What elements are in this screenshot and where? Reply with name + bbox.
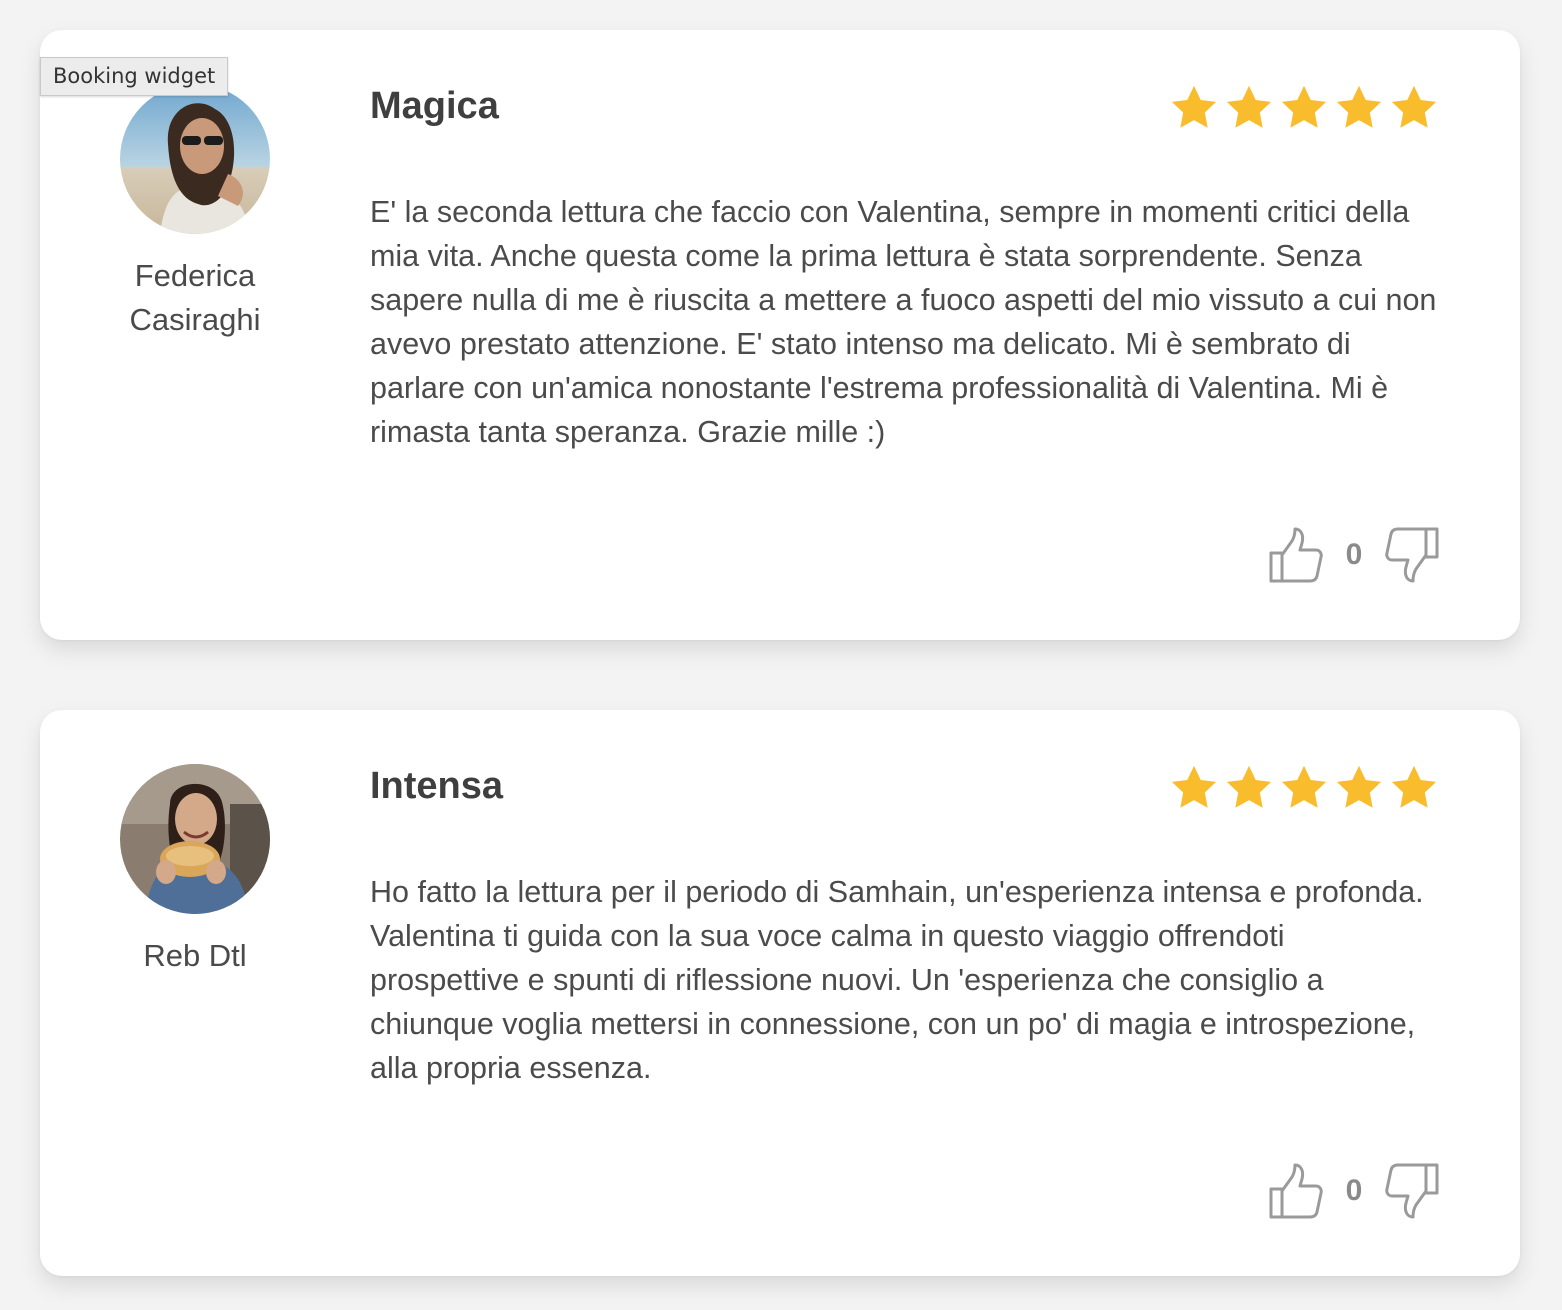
star-icon <box>1336 85 1382 128</box>
review-text: Ho fatto la lettura per il periodo di Sa… <box>370 875 1424 1085</box>
avatar <box>120 764 270 914</box>
review-card: Federica Casiraghi Magica E' la seconda … <box>40 30 1520 640</box>
star-icon <box>1171 765 1217 808</box>
thumbs-up-icon[interactable] <box>1268 526 1324 584</box>
star-icon <box>1391 85 1437 128</box>
thumbs-down-icon[interactable] <box>1384 1162 1440 1220</box>
star-icon <box>1391 765 1437 808</box>
star-rating <box>1168 762 1440 814</box>
star-icon <box>1281 85 1327 128</box>
vote-count: 0 <box>1345 538 1363 571</box>
star-icon <box>1281 765 1327 808</box>
star-icon <box>1226 85 1272 128</box>
vote-count: 0 <box>1345 1174 1363 1207</box>
review-votes: 0 <box>1268 526 1440 584</box>
review-content: Magica E' la seconda lettura che faccio … <box>370 80 1440 454</box>
review-card: Reb Dtl Intensa Ho fatto la lettura per … <box>40 710 1520 1276</box>
avatar <box>120 84 270 234</box>
thumbs-down-icon[interactable] <box>1384 526 1440 584</box>
booking-widget-tooltip: Booking widget <box>40 57 229 96</box>
star-icon <box>1336 765 1382 808</box>
review-text: E' la seconda lettura che faccio con Val… <box>370 195 1437 449</box>
author-name: Federica Casiraghi <box>129 258 261 337</box>
thumbs-up-icon[interactable] <box>1268 1162 1324 1220</box>
author-name: Reb Dtl <box>143 938 247 973</box>
review-author: Federica Casiraghi <box>80 84 310 342</box>
star-icon <box>1226 765 1272 808</box>
star-rating <box>1168 82 1440 134</box>
review-votes: 0 <box>1268 1162 1440 1220</box>
review-author: Reb Dtl <box>80 764 310 978</box>
star-icon <box>1171 85 1217 128</box>
review-content: Intensa Ho fatto la lettura per il perio… <box>370 760 1440 1090</box>
